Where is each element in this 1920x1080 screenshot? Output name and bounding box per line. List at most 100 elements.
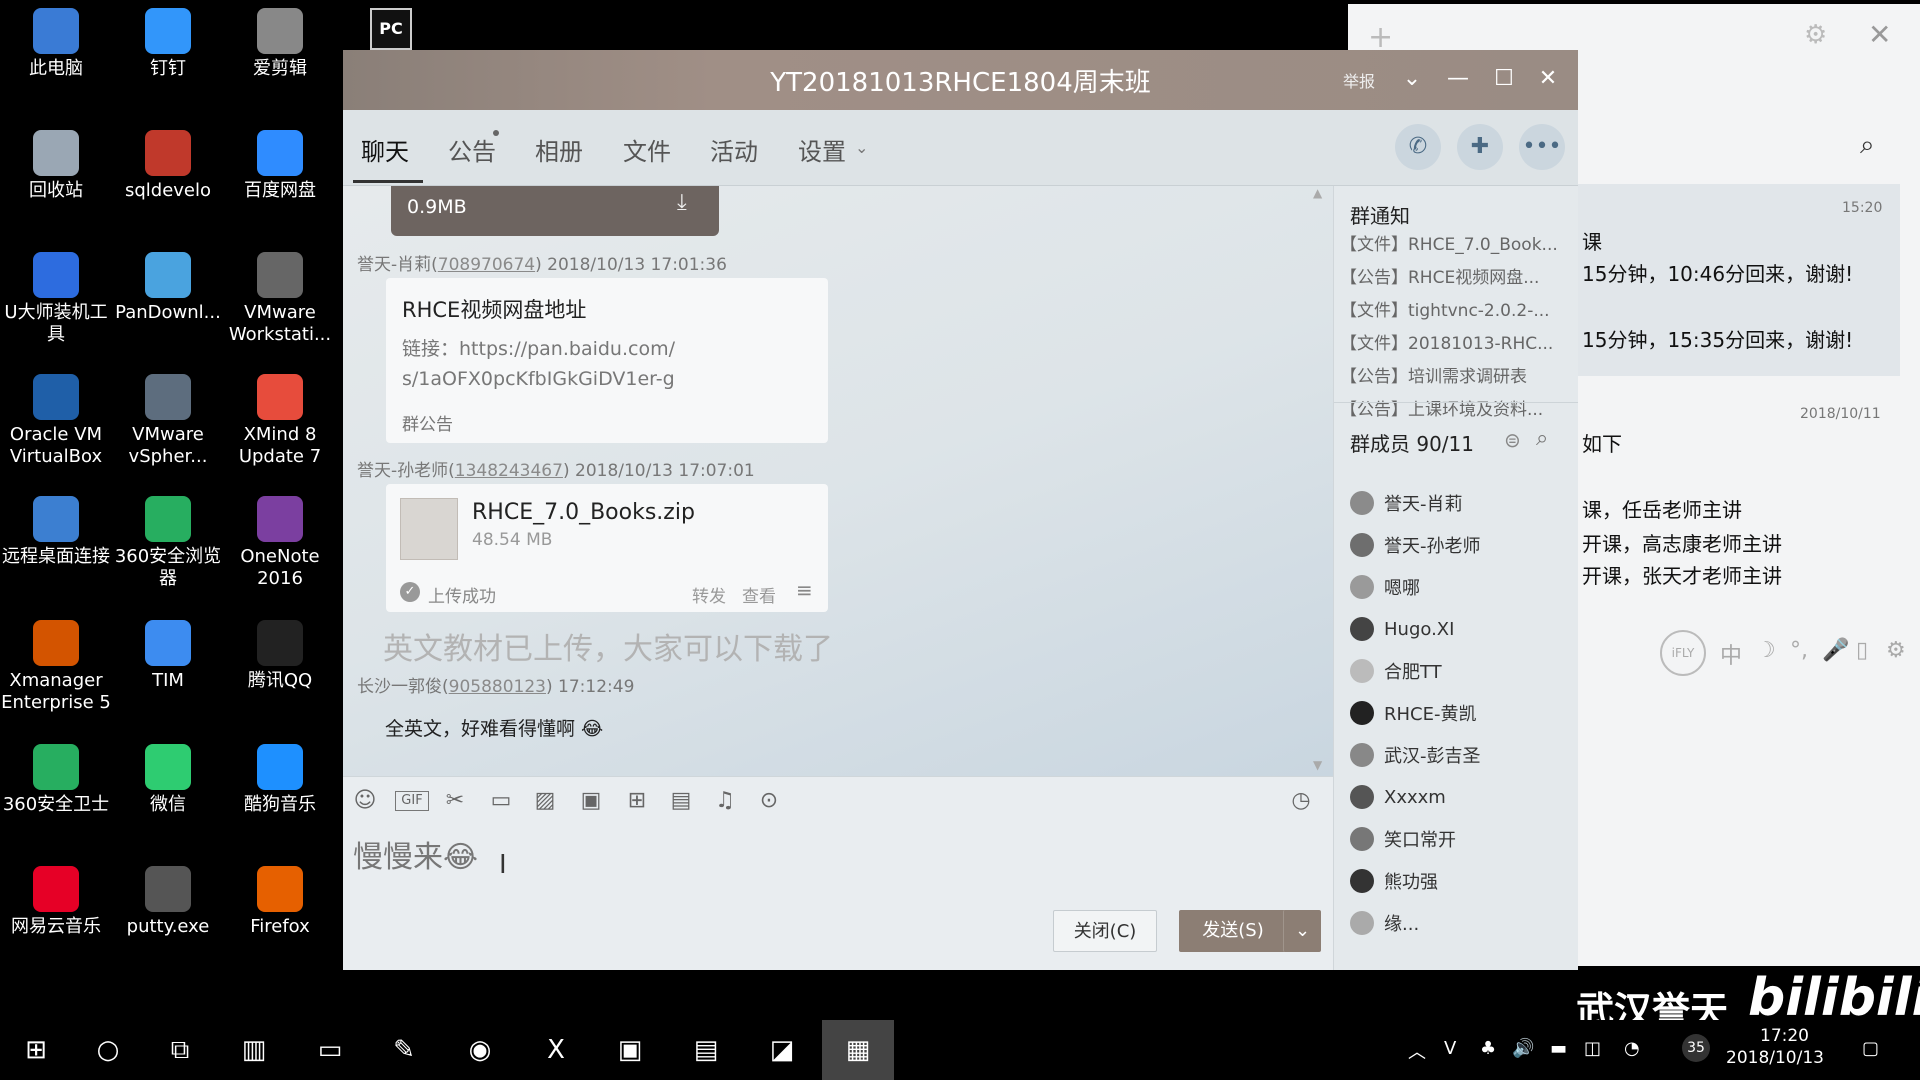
download-icon[interactable]: ⤓: [677, 190, 687, 215]
video-call-icon[interactable]: ▣: [575, 785, 607, 817]
action-center-icon[interactable]: ▢: [1862, 1038, 1879, 1059]
keyboard-icon[interactable]: ▯: [1856, 638, 1868, 663]
message-input[interactable]: 慢慢来😂: [353, 832, 478, 876]
gear-icon[interactable]: ⚙: [1804, 20, 1827, 50]
microphone-icon[interactable]: 🎤: [1822, 638, 1849, 663]
desktop-shortcut[interactable]: XMind 8 Update 7: [224, 374, 336, 468]
notice-item[interactable]: 【文件】RHCE_7.0_Book...: [1340, 230, 1572, 255]
desktop-shortcut[interactable]: 百度网盘: [224, 130, 336, 202]
file-message-partial[interactable]: 0.9MB ⤓: [391, 186, 719, 236]
file-message[interactable]: RHCE_7.0_Books.zip 48.54 MB ✓ 上传成功 转发 查看…: [386, 484, 828, 612]
battery-icon[interactable]: ▬: [1550, 1038, 1567, 1059]
browser-icon[interactable]: ◉: [458, 1028, 502, 1072]
clock-date[interactable]: 2018/10/13: [1726, 1048, 1824, 1068]
search-icon[interactable]: ⌕: [1860, 130, 1875, 161]
desktop-shortcut[interactable]: 钉钉: [112, 8, 224, 80]
menu-icon[interactable]: ≡: [796, 578, 813, 602]
close-button[interactable]: 关闭(C): [1053, 910, 1157, 952]
chat-message-area[interactable]: 0.9MB ⤓ ▲ 誉天-肖莉(708970674) 2018/10/13 17…: [343, 186, 1333, 776]
desktop-shortcut[interactable]: 此电脑: [0, 8, 112, 80]
desktop-shortcut[interactable]: 腾讯QQ: [224, 620, 336, 692]
network-icon[interactable]: ◫: [1584, 1038, 1601, 1059]
clock-time[interactable]: 17:20: [1760, 1026, 1809, 1046]
desktop-shortcut[interactable]: TIM: [112, 620, 224, 692]
tab-announcement[interactable]: 公告: [448, 132, 496, 167]
view-link[interactable]: 查看: [742, 582, 776, 607]
tray-chevron-up-icon[interactable]: ︿: [1408, 1038, 1426, 1064]
notice-item[interactable]: 【文件】20181013-RHC...: [1340, 329, 1572, 354]
minimize-icon[interactable]: —: [1441, 62, 1475, 96]
volume-icon[interactable]: 🔊: [1512, 1038, 1534, 1059]
tab-chat[interactable]: 聊天: [361, 132, 409, 167]
member-item[interactable]: 熊功强: [1350, 866, 1438, 896]
desktop-shortcut[interactable]: sqldevelo: [112, 130, 224, 202]
clock-tray-icon[interactable]: ◔: [1624, 1038, 1640, 1059]
search-icon[interactable]: ⌕: [1536, 426, 1548, 451]
desktop-shortcut[interactable]: VMware vSpher...: [112, 374, 224, 468]
member-item[interactable]: 嗯哪: [1350, 572, 1420, 602]
tab-album[interactable]: 相册: [535, 132, 583, 167]
desktop-shortcut[interactable]: 360安全浏览 器: [112, 496, 224, 590]
member-item[interactable]: Xxxxm: [1350, 782, 1446, 812]
vm-icon[interactable]: ▣: [608, 1028, 652, 1072]
desktop-shortcut[interactable]: VMware Workstati...: [224, 252, 336, 346]
chat-app-icon[interactable]: ▥: [232, 1028, 276, 1072]
emoji-icon[interactable]: ☺: [349, 785, 381, 817]
desktop-shortcut[interactable]: PanDownl...: [112, 252, 224, 324]
gif-icon[interactable]: GIF: [395, 791, 429, 811]
scroll-up-icon[interactable]: ▲: [1313, 186, 1322, 200]
report-link[interactable]: 举报: [1343, 68, 1375, 92]
gear-icon[interactable]: ⚙: [1886, 638, 1906, 663]
chevron-down-icon[interactable]: ⌄: [855, 138, 868, 157]
qq-number-link[interactable]: 708970674: [438, 255, 535, 275]
desktop-shortcut[interactable]: 酷狗音乐: [224, 744, 336, 816]
ifly-logo-icon[interactable]: iFLY: [1660, 630, 1706, 676]
desktop-shortcut[interactable]: 360安全卫士: [0, 744, 112, 816]
member-item[interactable]: 誉天-孙老师: [1350, 530, 1481, 560]
ime-chinese-mode[interactable]: 中: [1720, 638, 1742, 670]
member-item[interactable]: RHCE-黄凯: [1350, 698, 1476, 728]
desktop-shortcut[interactable]: 回收站: [0, 130, 112, 202]
title-bar[interactable]: YT20181013RHCE1804周末班 举报 ⌄ — ☐ ✕: [343, 50, 1578, 110]
notification-count[interactable]: 35: [1682, 1034, 1710, 1062]
desktop-shortcut[interactable]: putty.exe: [112, 866, 224, 938]
gift-icon[interactable]: ⊞: [621, 785, 653, 817]
moon-icon[interactable]: ☽: [1756, 638, 1776, 663]
file-explorer-icon[interactable]: ▭: [308, 1028, 352, 1072]
more-icon[interactable]: •••: [1519, 124, 1565, 170]
image-icon[interactable]: ▨: [529, 785, 561, 817]
scissors-icon[interactable]: ✂: [439, 785, 471, 817]
send-options-chevron-icon[interactable]: ⌄: [1283, 910, 1321, 952]
punctuation-icon[interactable]: °,: [1790, 638, 1808, 663]
forward-link[interactable]: 转发: [692, 582, 726, 607]
tab-settings[interactable]: 设置: [798, 132, 846, 167]
notice-item[interactable]: 【公告】RHCE视频网盘...: [1340, 263, 1572, 288]
phone-icon[interactable]: ✆: [1395, 124, 1441, 170]
desktop-shortcut[interactable]: 爱剪辑: [224, 8, 336, 80]
qq-taskbar-icon[interactable]: ▦: [822, 1020, 894, 1080]
more-icon[interactable]: ⊙: [753, 785, 785, 817]
desktop-shortcut[interactable]: U大师装机工 具: [0, 252, 112, 346]
chevron-down-icon[interactable]: ⌄: [1395, 62, 1429, 96]
windows-start-icon[interactable]: ⊞: [14, 1028, 58, 1072]
task-view-icon[interactable]: ⧉: [158, 1028, 202, 1072]
member-item[interactable]: Hugo.XI: [1350, 614, 1454, 644]
notice-item[interactable]: 【公告】上课环境及资料...: [1340, 395, 1572, 420]
qq-number-link[interactable]: 1348243467: [455, 461, 563, 481]
tray-v-icon[interactable]: V: [1444, 1038, 1456, 1059]
red-packet-icon[interactable]: ▤: [665, 785, 697, 817]
editor-icon[interactable]: ✎: [382, 1028, 426, 1072]
group-share-icon[interactable]: ✚: [1457, 124, 1503, 170]
bell-icon[interactable]: ♫: [709, 785, 741, 817]
desktop-shortcut[interactable]: 微信: [112, 744, 224, 816]
pycharm-icon[interactable]: PC: [370, 8, 412, 50]
folder-icon[interactable]: ▭: [485, 785, 517, 817]
member-item[interactable]: 缘...: [1350, 908, 1419, 938]
member-item[interactable]: 武汉-彭吉圣: [1350, 740, 1481, 770]
tab-activity[interactable]: 活动: [710, 132, 758, 167]
notice-item[interactable]: 【公告】培训需求调研表: [1340, 362, 1572, 387]
close-icon[interactable]: ✕: [1531, 62, 1565, 96]
sticky-notes-icon[interactable]: ◪: [760, 1028, 804, 1072]
member-settings-icon[interactable]: ⊜: [1504, 428, 1521, 452]
desktop-shortcut[interactable]: 远程桌面连接: [0, 496, 112, 568]
